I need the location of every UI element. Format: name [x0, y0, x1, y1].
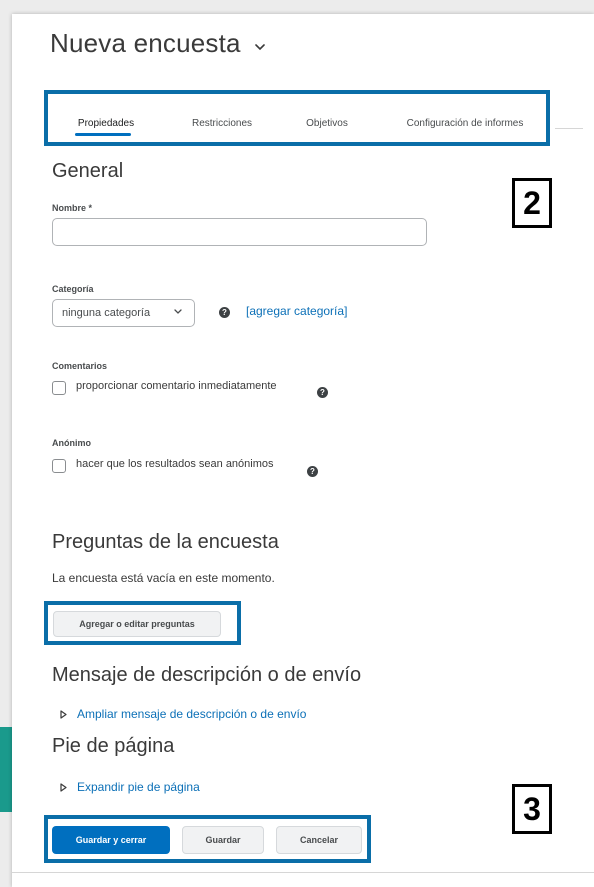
anonymous-checkbox-label[interactable]: hacer que los resultados sean anónimos [76, 458, 274, 470]
tab-objetivos[interactable]: Objetivos [306, 118, 348, 129]
comments-help-icon[interactable]: ? [317, 387, 328, 398]
active-tab-indicator [75, 133, 131, 136]
expand-description-link[interactable]: Ampliar mensaje de descripción o de enví… [77, 707, 306, 721]
cancel-button[interactable]: Cancelar [276, 826, 362, 854]
footer-divider [12, 872, 594, 873]
category-select[interactable]: ninguna categoría [52, 299, 195, 327]
comments-label: Comentarios [52, 361, 108, 371]
caret-right-icon [60, 782, 67, 792]
annotation-badge-2: 2 [512, 178, 552, 228]
chevron-down-icon [174, 309, 182, 314]
page-title: Nueva encuesta [50, 28, 241, 58]
add-category-link[interactable]: [agregar categoría] [246, 304, 347, 318]
save-button[interactable]: Guardar [182, 826, 264, 854]
category-selected-value: ninguna categoría [62, 307, 151, 319]
category-label: Categoría [52, 284, 94, 294]
caret-right-icon [60, 709, 67, 719]
comments-checkbox[interactable] [52, 381, 66, 395]
expand-footer[interactable]: Expandir pie de página [60, 780, 200, 794]
chevron-down-icon[interactable] [254, 44, 265, 51]
page-header: Nueva encuesta [50, 28, 265, 59]
anonymous-label: Anónimo [52, 438, 91, 448]
tab-propiedades[interactable]: Propiedades [78, 118, 134, 129]
section-heading-description: Mensaje de descripción o de envío [52, 664, 362, 686]
background-accent [0, 727, 12, 812]
section-heading-footer: Pie de página [52, 735, 175, 757]
name-label: Nombre * [52, 203, 93, 213]
section-heading-general: General [52, 160, 124, 182]
save-and-close-button[interactable]: Guardar y cerrar [52, 826, 170, 854]
category-help-icon[interactable]: ? [219, 307, 230, 318]
anonymous-help-icon[interactable]: ? [307, 466, 318, 477]
expand-description[interactable]: Ampliar mensaje de descripción o de enví… [60, 707, 306, 721]
annotation-badge-3: 3 [512, 784, 552, 834]
questions-empty-text: La encuesta está vacía en este momento. [52, 571, 275, 585]
name-input[interactable] [52, 218, 427, 246]
anonymous-checkbox[interactable] [52, 459, 66, 473]
expand-footer-link[interactable]: Expandir pie de página [77, 780, 200, 794]
add-edit-questions-button[interactable]: Agregar o editar preguntas [53, 611, 221, 637]
tab-restricciones[interactable]: Restricciones [192, 118, 252, 129]
comments-checkbox-label[interactable]: proporcionar comentario inmediatamente [76, 380, 277, 392]
tab-configuracion-informes[interactable]: Configuración de informes [407, 118, 524, 129]
tabs-divider [555, 128, 583, 129]
section-heading-questions: Preguntas de la encuesta [52, 531, 279, 553]
